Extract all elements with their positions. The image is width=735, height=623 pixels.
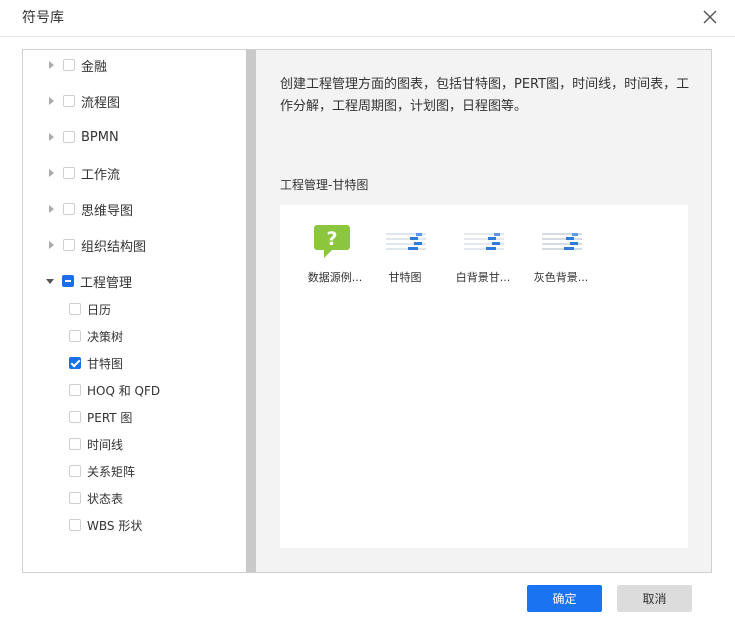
tree-item-label: 工作流 [81, 167, 121, 183]
tree-item-label: 组织结构图 [81, 239, 147, 255]
subitem-checkbox[interactable] [69, 384, 81, 396]
subitem-label: WBS 形状 [87, 518, 143, 533]
subitem-label: 时间线 [87, 437, 124, 452]
shape-tile-gantt[interactable]: 甘特图 [366, 217, 444, 287]
expand-arrow-icon[interactable] [49, 241, 54, 249]
library-panel: 金融 流程图 BPMN 工作流 思维导图 组织结构图 工程管理 日历 决策树 甘… [22, 49, 712, 573]
tree-item-mindmap[interactable]: 思维导图 [49, 198, 133, 220]
subitem-label: HOQ 和 QFD [87, 383, 161, 398]
tree-item-label: 金融 [81, 59, 108, 75]
category-tree: 金融 流程图 BPMN 工作流 思维导图 组织结构图 工程管理 日历 决策树 甘… [23, 50, 257, 572]
category-checkbox[interactable] [63, 59, 75, 71]
shape-caption: 白背景甘... [455, 271, 511, 284]
shape-tile-gantt-gray[interactable]: 灰色背景... [522, 217, 600, 287]
close-icon[interactable] [699, 6, 721, 28]
tree-item-orgchart[interactable]: 组织结构图 [49, 234, 146, 256]
subitem-label: 决策树 [87, 329, 124, 344]
subitem-label: 日历 [87, 302, 112, 317]
tree-item-label: BPMN [81, 129, 119, 145]
shape-caption: 灰色背景... [533, 271, 589, 284]
tree-subitem-pert[interactable]: PERT 图 [69, 406, 132, 428]
category-checkbox[interactable] [63, 203, 75, 215]
section-title: 工程管理-甘特图 [280, 178, 369, 192]
shape-tile-gantt-white[interactable]: 白背景甘... [444, 217, 522, 287]
dialog-title: 符号库 [22, 10, 64, 26]
category-checkbox[interactable] [63, 95, 75, 107]
subitem-label: 甘特图 [87, 356, 124, 371]
shape-caption: 数据源例... [307, 271, 363, 284]
category-checkbox[interactable] [63, 167, 75, 179]
tree-subitem-timeline[interactable]: 时间线 [69, 433, 123, 455]
tree-item-finance[interactable]: 金融 [49, 54, 107, 76]
tree-item-workflow[interactable]: 工作流 [49, 162, 120, 184]
tree-item-project-management[interactable]: 工程管理 [46, 270, 133, 292]
svg-text:?: ? [326, 228, 337, 250]
subitem-checkbox-checked[interactable] [69, 357, 81, 369]
category-description: 创建工程管理方面的图表，包括甘特图，PERT图，时间线，时间表，工作分解，工程周… [280, 77, 690, 114]
tree-subitem-calendar[interactable]: 日历 [69, 298, 111, 320]
shape-preview-pane: 创建工程管理方面的图表，包括甘特图，PERT图，时间线，时间表，工作分解，工程周… [256, 50, 711, 572]
tree-item-label: 流程图 [81, 95, 121, 111]
subitem-checkbox[interactable] [69, 330, 81, 342]
tree-item-label: 思维导图 [81, 203, 134, 219]
tree-subitem-decision-tree[interactable]: 决策树 [69, 325, 123, 347]
gantt-white-icon [464, 233, 504, 250]
expand-arrow-icon[interactable] [49, 97, 54, 105]
gantt-gray-icon [542, 233, 582, 250]
subitem-checkbox[interactable] [69, 519, 81, 531]
gantt-chart-icon [386, 233, 426, 250]
tree-subitem-hoq-qfd[interactable]: HOQ 和 QFD [69, 379, 160, 401]
tree-subitem-state-table[interactable]: 状态表 [69, 487, 123, 509]
subitem-checkbox[interactable] [69, 492, 81, 504]
expand-arrow-icon[interactable] [49, 61, 54, 69]
subitem-checkbox[interactable] [69, 411, 81, 423]
tree-item-flowchart[interactable]: 流程图 [49, 90, 120, 112]
dialog-titlebar: 符号库 [0, 0, 735, 37]
shape-tile-data-source[interactable]: ? 数据源例... [296, 217, 374, 287]
category-checkbox[interactable] [63, 131, 75, 143]
help-question-icon: ? [314, 225, 350, 258]
category-checkbox-partial[interactable] [62, 275, 74, 287]
subitem-label: 状态表 [87, 491, 124, 506]
subitem-label: PERT 图 [87, 410, 133, 425]
expand-arrow-icon[interactable] [49, 169, 54, 177]
subitem-label: 关系矩阵 [87, 464, 136, 479]
category-checkbox[interactable] [63, 239, 75, 251]
confirm-button[interactable]: 确定 [527, 585, 602, 612]
subitem-checkbox[interactable] [69, 303, 81, 315]
tree-item-label: 工程管理 [80, 275, 133, 291]
shape-caption: 甘特图 [388, 271, 422, 284]
shape-gallery: ? 数据源例... 甘特图 白背景甘... 灰色背景... [280, 205, 688, 548]
panel-splitter[interactable] [246, 50, 256, 572]
collapse-arrow-icon[interactable] [46, 278, 54, 284]
cancel-button[interactable]: 取消 [617, 585, 692, 612]
expand-arrow-icon[interactable] [49, 205, 54, 213]
tree-item-bpmn[interactable]: BPMN [49, 126, 119, 148]
tree-subitem-wbs[interactable]: WBS 形状 [69, 514, 142, 536]
tree-subitem-relation-matrix[interactable]: 关系矩阵 [69, 460, 135, 482]
subitem-checkbox[interactable] [69, 465, 81, 477]
expand-arrow-icon[interactable] [49, 133, 54, 141]
tree-subitem-gantt[interactable]: 甘特图 [69, 352, 123, 374]
subitem-checkbox[interactable] [69, 438, 81, 450]
